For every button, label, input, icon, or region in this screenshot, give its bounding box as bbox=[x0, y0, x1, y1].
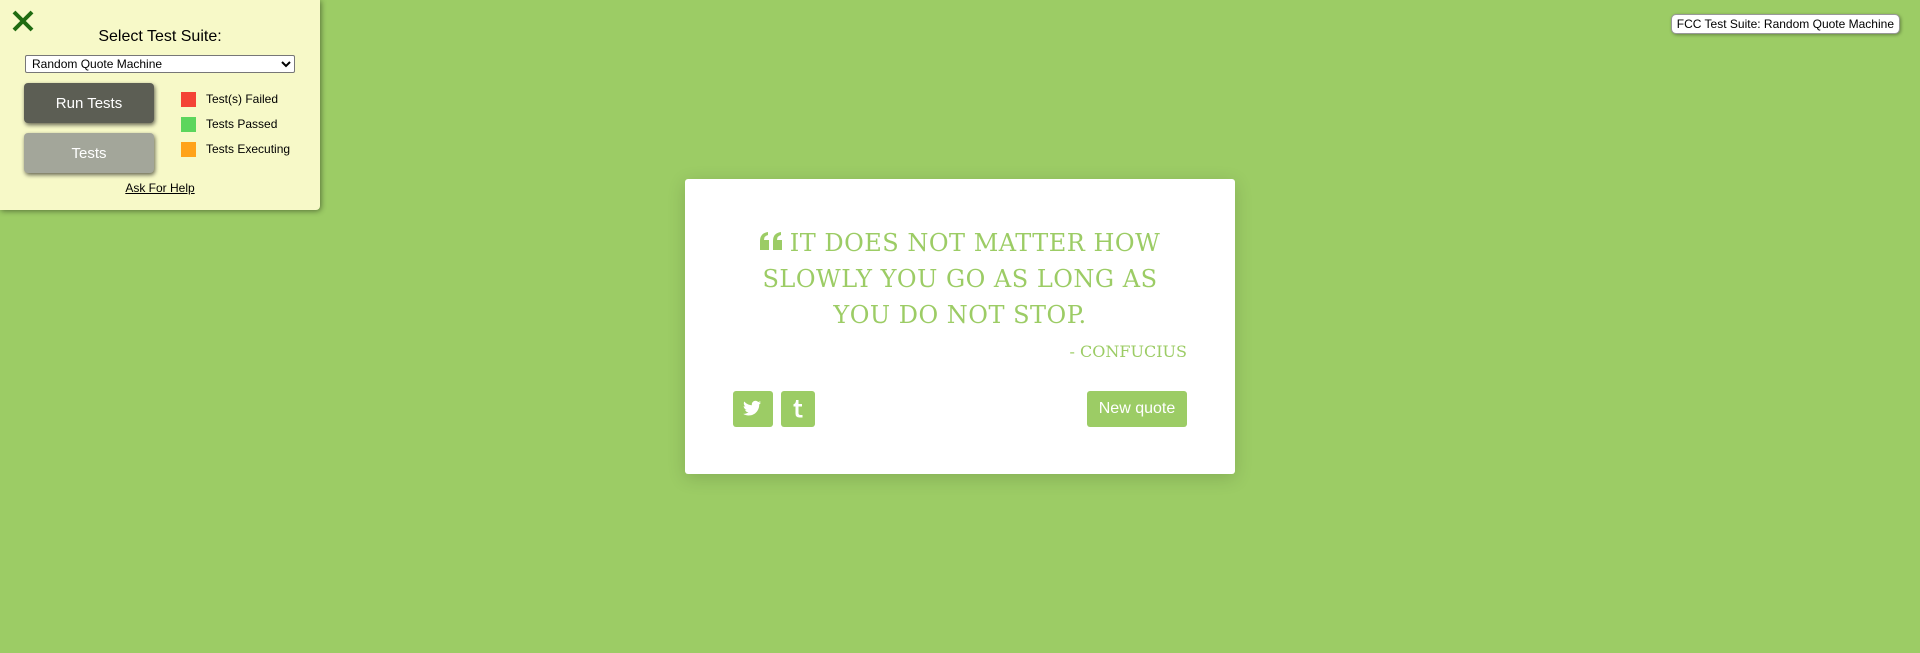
test-suite-badge: FCC Test Suite: Random Quote Machine bbox=[1670, 14, 1900, 34]
legend-executing-label: Tests Executing bbox=[206, 142, 291, 156]
legend-passed: Tests Passed bbox=[181, 117, 277, 133]
legend-executing: Tests Executing bbox=[181, 142, 290, 158]
quote-text-block: It does not matter how slowly you go as … bbox=[745, 225, 1175, 333]
legend-failed: Test(s) Failed bbox=[181, 92, 278, 108]
tumblr-icon bbox=[793, 400, 803, 418]
legend-failed-label: Test(s) Failed bbox=[206, 92, 279, 106]
executing-swatch bbox=[181, 142, 196, 157]
legend-passed-label: Tests Passed bbox=[206, 117, 278, 131]
tweet-quote-button[interactable] bbox=[733, 391, 773, 427]
quote-box: It does not matter how slowly you go as … bbox=[685, 179, 1235, 474]
passed-swatch bbox=[181, 117, 196, 132]
quote-author: - Confucius bbox=[1069, 342, 1187, 361]
tumblr-quote-button[interactable] bbox=[781, 391, 815, 427]
test-suite-select[interactable]: Random Quote Machine bbox=[25, 55, 295, 73]
run-tests-button[interactable]: Run Tests bbox=[24, 83, 154, 123]
ask-for-help-link[interactable]: Ask For Help bbox=[0, 181, 320, 195]
failed-swatch bbox=[181, 92, 196, 107]
twitter-icon bbox=[743, 400, 761, 416]
quote-left-icon bbox=[759, 232, 782, 250]
tests-button[interactable]: Tests bbox=[24, 133, 154, 173]
quote-text: It does not matter how slowly you go as … bbox=[762, 229, 1161, 329]
test-suite-panel: Select Test Suite: Random Quote Machine … bbox=[0, 0, 320, 210]
test-suite-title: Select Test Suite: bbox=[98, 28, 222, 45]
new-quote-button[interactable]: New quote bbox=[1087, 391, 1187, 427]
